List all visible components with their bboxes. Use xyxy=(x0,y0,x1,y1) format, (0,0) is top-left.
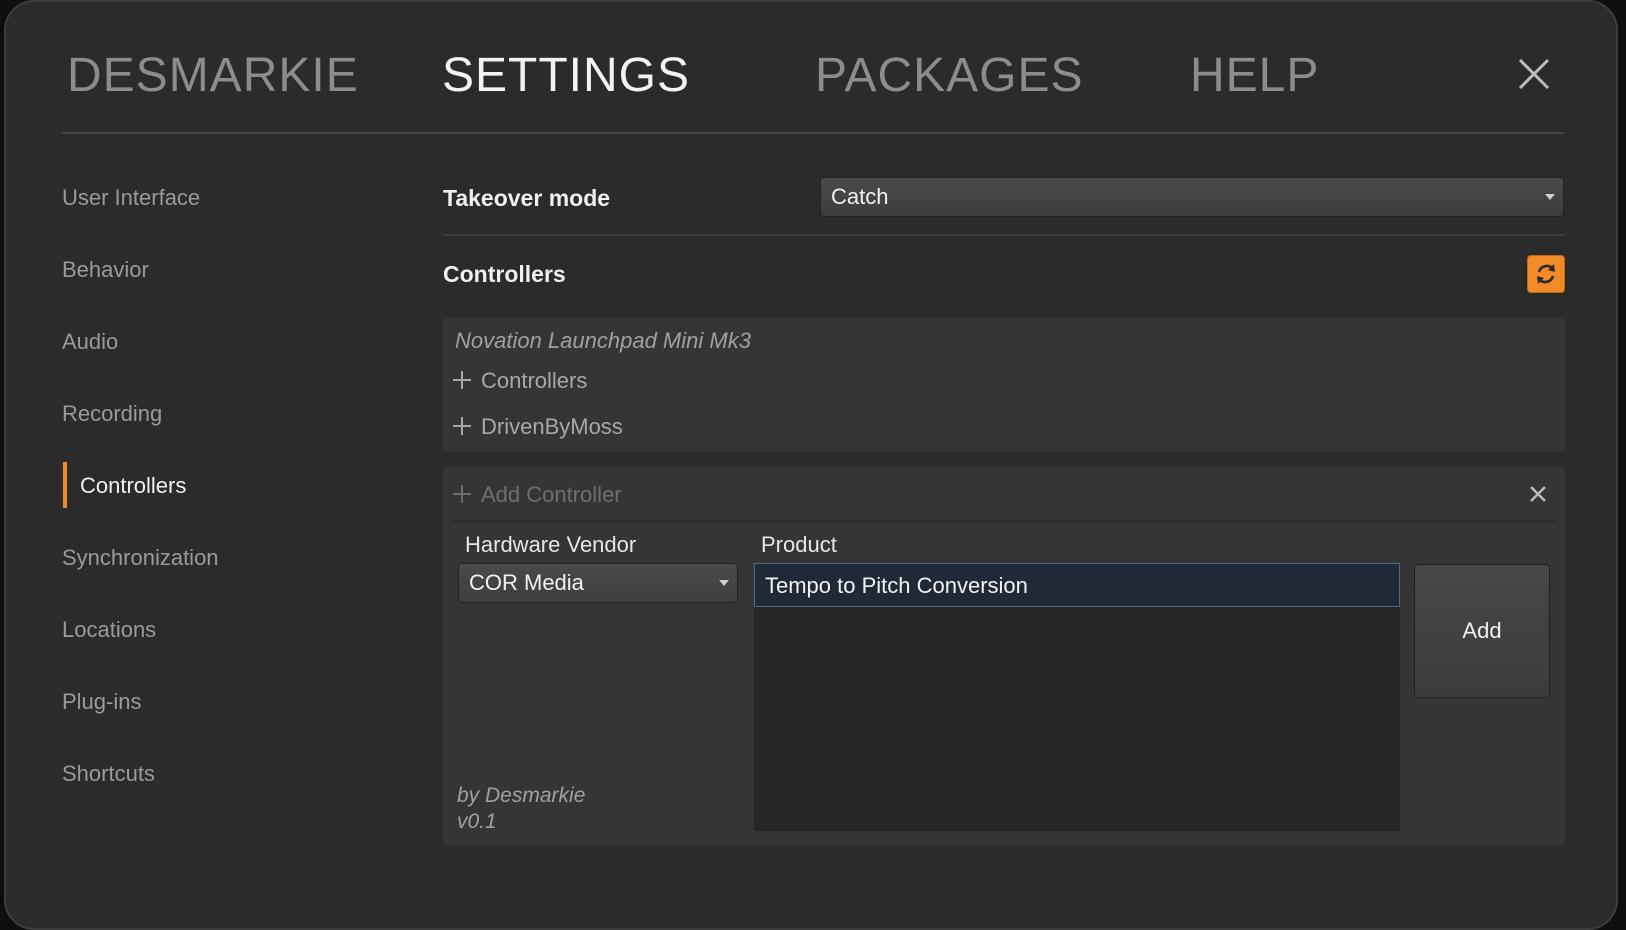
top-divider xyxy=(62,132,1564,134)
chevron-down-icon xyxy=(719,580,729,586)
sidebar-item-behavior[interactable]: Behavior xyxy=(62,256,149,284)
hardware-vendor-select[interactable]: COR Media xyxy=(458,563,738,603)
row-divider xyxy=(443,234,1565,236)
tab-packages[interactable]: PACKAGES xyxy=(815,48,1084,104)
author-text: by Desmarkie xyxy=(457,784,586,807)
sidebar-item-controllers[interactable]: Controllers xyxy=(80,472,186,500)
close-icon xyxy=(1518,58,1550,90)
tab-desmarkie[interactable]: DESMARKIE xyxy=(67,48,359,104)
plus-icon[interactable] xyxy=(453,371,471,389)
version-text: v0.1 xyxy=(457,810,497,833)
tree-item-drivenbymoss[interactable]: DrivenByMoss xyxy=(481,413,623,441)
sidebar-item-user-interface[interactable]: User Interface xyxy=(62,184,200,212)
sidebar-active-marker xyxy=(63,462,67,508)
tab-help[interactable]: HELP xyxy=(1190,48,1319,104)
close-icon xyxy=(1530,486,1546,502)
takeover-mode-label: Takeover mode xyxy=(443,185,611,211)
takeover-mode-value: Catch xyxy=(831,184,889,209)
add-controller-title: Add Controller xyxy=(481,482,622,507)
refresh-icon xyxy=(1537,264,1555,284)
controllers-label: Controllers xyxy=(443,261,566,287)
sidebar-item-locations[interactable]: Locations xyxy=(62,616,156,644)
hardware-vendor-value: COR Media xyxy=(469,570,584,595)
close-add-panel-button[interactable] xyxy=(1528,484,1548,504)
device-name: Novation Launchpad Mini Mk3 xyxy=(455,328,751,353)
tree-item-controllers[interactable]: Controllers xyxy=(481,367,587,395)
sidebar-item-plug-ins[interactable]: Plug-ins xyxy=(62,688,141,716)
product-list[interactable]: Tempo to Pitch Conversion xyxy=(754,563,1400,831)
plus-icon xyxy=(453,485,471,503)
takeover-mode-select[interactable]: Catch xyxy=(820,177,1564,217)
hardware-vendor-label: Hardware Vendor xyxy=(465,532,637,557)
chevron-down-icon xyxy=(1545,194,1555,200)
close-window-button[interactable] xyxy=(1516,56,1552,92)
list-item[interactable]: Tempo to Pitch Conversion xyxy=(754,563,1400,607)
sidebar-item-audio[interactable]: Audio xyxy=(62,328,118,356)
add-button[interactable]: Add xyxy=(1414,564,1550,698)
refresh-controllers-button[interactable] xyxy=(1527,255,1565,293)
sidebar-item-synchronization[interactable]: Synchronization xyxy=(62,544,219,572)
plus-icon[interactable] xyxy=(453,417,471,435)
tab-settings[interactable]: SETTINGS xyxy=(442,48,690,104)
sidebar-item-shortcuts[interactable]: Shortcuts xyxy=(62,760,155,788)
sidebar-item-recording[interactable]: Recording xyxy=(62,400,162,428)
product-label: Product xyxy=(761,532,837,557)
add-panel-divider xyxy=(453,520,1555,522)
